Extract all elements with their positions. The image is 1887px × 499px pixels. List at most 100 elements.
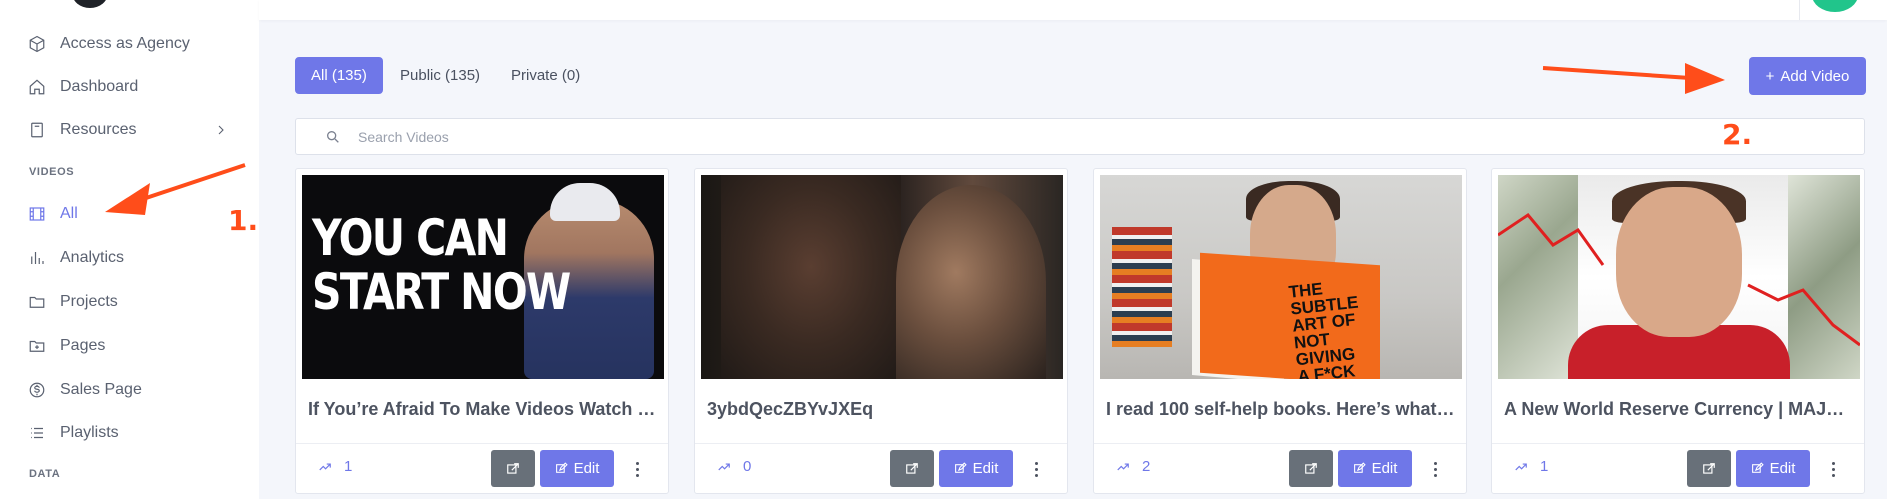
video-title[interactable]: If You’re Afraid To Make Videos Watch T.… bbox=[308, 399, 658, 420]
video-card: 3ybdQecZBYvJXEq 0 Edit bbox=[694, 168, 1068, 494]
video-title[interactable]: I read 100 self-help books. Here’s what … bbox=[1106, 399, 1456, 420]
annotation-arrowhead-2 bbox=[1685, 63, 1725, 94]
sidebar: Access as Agency Dashboard Resources VID… bbox=[0, 0, 259, 499]
card-divider bbox=[1094, 443, 1466, 444]
sidebar-item-playlists[interactable]: Playlists bbox=[28, 418, 119, 448]
edit-icon bbox=[954, 462, 967, 473]
search-input[interactable] bbox=[358, 119, 1838, 154]
section-label-videos: VIDEOS bbox=[29, 166, 75, 178]
avatar[interactable] bbox=[1812, 0, 1858, 12]
external-link-icon bbox=[507, 462, 519, 474]
video-thumbnail[interactable]: THE SUBTLE ART OF NOT GIVING A F*CK bbox=[1100, 175, 1462, 379]
external-link-icon bbox=[906, 462, 918, 474]
dollar-circle-icon bbox=[29, 382, 45, 398]
stat-value: 0 bbox=[743, 458, 752, 475]
tab-public[interactable]: Public (135) bbox=[384, 57, 496, 94]
open-external-button[interactable] bbox=[491, 450, 535, 487]
edit-label: Edit bbox=[1769, 460, 1796, 477]
edit-label: Edit bbox=[1371, 460, 1398, 477]
video-title[interactable]: 3ybdQecZBYvJXEq bbox=[707, 399, 1057, 420]
open-external-button[interactable] bbox=[1289, 450, 1333, 487]
card-divider bbox=[695, 443, 1067, 444]
annotation-step-1: 1. bbox=[228, 204, 259, 237]
cube-icon bbox=[29, 35, 45, 53]
edit-button[interactable]: Edit bbox=[1338, 450, 1412, 487]
tab-all[interactable]: All (135) bbox=[295, 57, 383, 94]
add-video-label: Add Video bbox=[1780, 67, 1850, 85]
sidebar-item-label: Resources bbox=[60, 121, 137, 138]
sidebar-item-resources[interactable]: Resources bbox=[28, 115, 228, 145]
edit-icon bbox=[555, 462, 568, 473]
sidebar-item-label: Analytics bbox=[60, 249, 125, 266]
sidebar-item-projects[interactable]: Projects bbox=[28, 287, 118, 317]
external-link-icon bbox=[1703, 462, 1715, 474]
bar-chart-icon bbox=[31, 252, 44, 264]
stat-value: 2 bbox=[1142, 458, 1151, 475]
sidebar-item-label: Pages bbox=[60, 337, 106, 354]
plus-icon: + bbox=[1765, 67, 1775, 85]
more-options-button[interactable] bbox=[1429, 459, 1441, 479]
sidebar-item-analytics[interactable]: Analytics bbox=[28, 243, 124, 273]
video-thumbnail[interactable] bbox=[1498, 175, 1860, 379]
thumbnail-face-right bbox=[896, 185, 1046, 379]
film-icon bbox=[29, 207, 45, 221]
add-video-button[interactable]: + Add Video bbox=[1749, 57, 1866, 95]
edit-label: Edit bbox=[573, 460, 600, 477]
thumbnail-face bbox=[1616, 187, 1742, 337]
search-bar bbox=[295, 118, 1865, 155]
home-icon bbox=[29, 79, 45, 95]
book-icon bbox=[31, 122, 43, 138]
sidebar-item-all[interactable]: All bbox=[28, 199, 78, 229]
edit-button[interactable]: Edit bbox=[1736, 450, 1810, 487]
stat-value: 1 bbox=[1540, 458, 1549, 475]
video-thumbnail[interactable]: YOU CAN START NOW bbox=[302, 175, 664, 379]
topbar-divider bbox=[1799, 0, 1800, 20]
edit-icon bbox=[1751, 462, 1764, 473]
edit-label: Edit bbox=[972, 460, 999, 477]
video-stat: 1 bbox=[1514, 458, 1548, 475]
file-plus-icon bbox=[29, 340, 45, 352]
logo[interactable] bbox=[72, 0, 108, 8]
thumbnail-book-text: THE SUBTLE ART OF NOT GIVING A F*CK bbox=[1287, 279, 1360, 379]
annotation-arrow-2 bbox=[1542, 66, 1691, 80]
open-external-button[interactable] bbox=[1687, 450, 1731, 487]
thumbnail-text: YOU CAN START NOW bbox=[312, 209, 571, 321]
sidebar-item-label: All bbox=[60, 205, 78, 222]
sidebar-item-dashboard[interactable]: Dashboard bbox=[28, 72, 138, 102]
search-icon bbox=[327, 131, 339, 143]
more-options-button[interactable] bbox=[1030, 459, 1042, 479]
trending-up-icon bbox=[718, 463, 730, 470]
edit-icon bbox=[1353, 462, 1366, 473]
thumbnail-bookshelf bbox=[1112, 227, 1172, 347]
trending-up-icon bbox=[1515, 463, 1527, 470]
folder-icon bbox=[29, 296, 45, 308]
more-options-button[interactable] bbox=[1827, 459, 1839, 479]
external-link-icon bbox=[1305, 462, 1317, 474]
video-card: A New World Reserve Currency | MAJO... 1… bbox=[1491, 168, 1865, 494]
edit-button[interactable]: Edit bbox=[540, 450, 614, 487]
sidebar-item-label: Dashboard bbox=[60, 78, 139, 95]
card-divider bbox=[296, 443, 668, 444]
thumbnail-face-left bbox=[721, 175, 901, 379]
video-stat: 0 bbox=[717, 458, 751, 475]
sidebar-item-label: Access as Agency bbox=[60, 35, 190, 52]
more-options-button[interactable] bbox=[631, 459, 643, 479]
video-stat: 2 bbox=[1116, 458, 1150, 475]
sidebar-item-label: Projects bbox=[60, 293, 118, 310]
stat-value: 1 bbox=[344, 458, 353, 475]
video-card: YOU CAN START NOW If You’re Afraid To Mak… bbox=[295, 168, 669, 494]
video-stat: 1 bbox=[318, 458, 352, 475]
video-card: THE SUBTLE ART OF NOT GIVING A F*CK I read 10… bbox=[1093, 168, 1467, 494]
sidebar-item-access-as-agency[interactable]: Access as Agency bbox=[28, 29, 190, 59]
open-external-button[interactable] bbox=[890, 450, 934, 487]
video-thumbnail[interactable] bbox=[701, 175, 1063, 379]
sidebar-item-pages[interactable]: Pages bbox=[28, 331, 105, 361]
chevron-right-icon bbox=[218, 125, 224, 135]
sidebar-item-sales-page[interactable]: Sales Page bbox=[28, 375, 142, 405]
trending-up-icon bbox=[319, 463, 331, 470]
tab-private[interactable]: Private (0) bbox=[495, 57, 596, 94]
list-icon bbox=[31, 427, 43, 439]
trending-up-icon bbox=[1117, 463, 1129, 470]
edit-button[interactable]: Edit bbox=[939, 450, 1013, 487]
video-title[interactable]: A New World Reserve Currency | MAJO... bbox=[1504, 399, 1854, 420]
